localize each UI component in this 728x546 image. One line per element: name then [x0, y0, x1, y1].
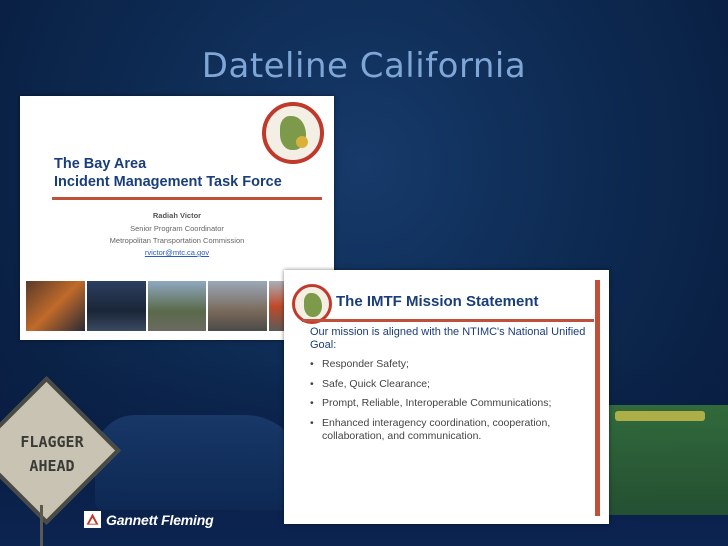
card2-title: The IMTF Mission Statement [336, 293, 539, 310]
presenter-role: Senior Program Coordinator [130, 224, 224, 233]
photo-fire [26, 281, 85, 331]
slide-title: Dateline California [201, 46, 527, 86]
flagger-sign-text: FLAGGER AHEAD [12, 430, 92, 478]
list-item: Safe, Quick Clearance; [310, 378, 592, 391]
sign-line-1: FLAGGER [20, 433, 84, 451]
card2-divider [302, 319, 594, 322]
imtf-logo-small-icon [292, 284, 332, 324]
presenter-name: Radiah Victor [152, 211, 202, 220]
mission-bullets: Responder Safety; Safe, Quick Clearance;… [310, 358, 592, 449]
card1-title-line2: Incident Management Task Force [54, 174, 282, 190]
brand-name: Gannett Fleming [106, 511, 214, 528]
presenter-email[interactable]: rvictor@mtc.ca.gov [20, 248, 334, 257]
sign-pole [40, 505, 43, 546]
logo-dot [296, 136, 308, 148]
card2-side-bar [595, 280, 600, 516]
slide-thumbnail-mission: The IMTF Mission Statement Our mission i… [284, 270, 609, 524]
slide: FLAGGER AHEAD Dateline California The Ba… [0, 0, 728, 546]
presenter-org: Metropolitan Transportation Commission [109, 236, 245, 245]
card1-title: The Bay Area Incident Management Task Fo… [54, 155, 282, 191]
background-police-car [95, 415, 305, 510]
gannett-fleming-icon [84, 511, 101, 528]
mission-intro: Our mission is aligned with the NTIMC's … [310, 326, 586, 351]
card1-divider [52, 197, 322, 200]
photo-strip [26, 281, 328, 331]
sign-line-2: AHEAD [29, 457, 75, 475]
truck-light-bar [615, 411, 705, 421]
photo-crash [208, 281, 268, 331]
card1-title-line1: The Bay Area [54, 156, 147, 172]
list-item: Prompt, Reliable, Interoperable Communic… [310, 397, 592, 410]
photo-control-room [86, 281, 146, 331]
photo-traffic [147, 281, 207, 331]
california-map-small-icon [304, 293, 322, 317]
list-item: Responder Safety; [310, 358, 592, 371]
brand-logo: Gannett Fleming [84, 511, 214, 528]
list-item: Enhanced interagency coordination, coope… [310, 417, 592, 443]
background-tow-truck [595, 405, 728, 515]
